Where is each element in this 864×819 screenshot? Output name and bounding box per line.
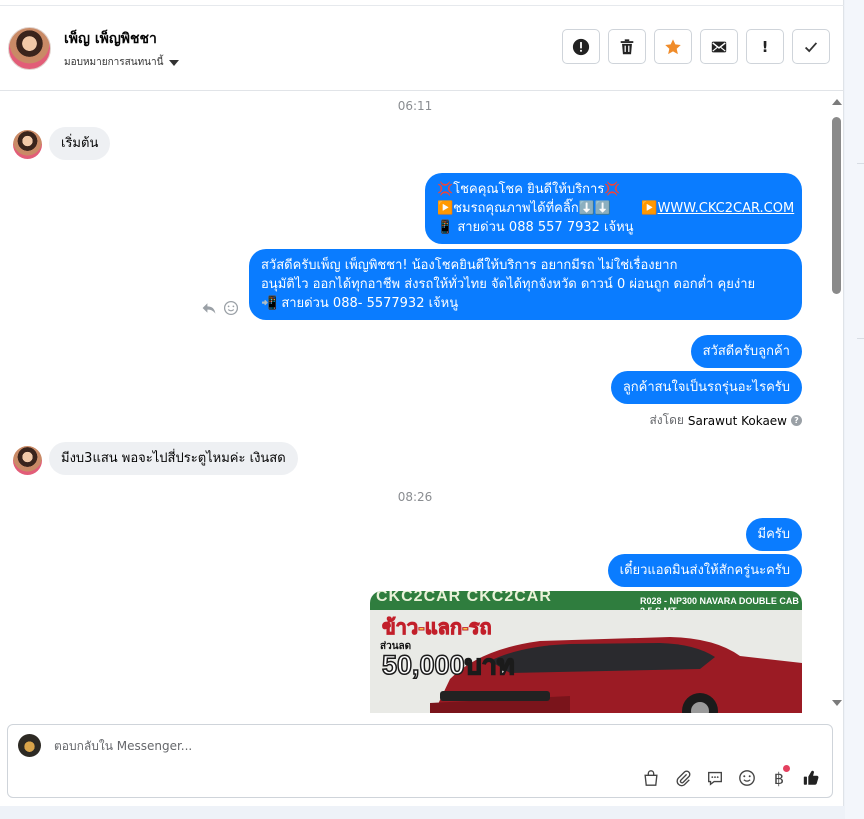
outgoing-message[interactable]: 💢โชคคุณโชค ยินดีให้บริการ💢 ▶️ชมรถคุณภาพไ… <box>425 173 802 244</box>
emoji-button[interactable] <box>737 768 757 788</box>
divider <box>857 338 864 339</box>
envelope-icon <box>711 41 727 52</box>
message-hover-actions <box>201 300 239 316</box>
timestamp: 08:26 <box>397 490 433 504</box>
reply-input[interactable] <box>52 735 752 757</box>
star-button[interactable] <box>654 29 692 64</box>
message-text: ▶️ชมรถคุณภาพได้ที่คลิ๊ก⬇️⬇️ <box>437 201 612 216</box>
outgoing-message[interactable]: เดี๋ยวแอดมินส่งให้สักครู่นะครับ <box>607 554 802 587</box>
outgoing-message[interactable]: มีครับ <box>745 518 802 551</box>
message-line: 💢โชคคุณโชค ยินดีให้บริการ💢 <box>437 182 621 197</box>
outgoing-message[interactable]: สวัสดีครับลูกค้า <box>690 335 802 368</box>
composer-tools: ฿ <box>641 765 821 788</box>
promo-amount: 50,000บาท <box>381 649 515 681</box>
delete-button[interactable] <box>608 29 646 64</box>
help-icon[interactable]: ? <box>791 415 802 426</box>
shop-bag-button[interactable] <box>641 768 661 788</box>
message-composer: ฿ <box>7 724 833 798</box>
exclamation-icon: ! <box>761 37 769 56</box>
mark-unread-button[interactable] <box>700 29 738 64</box>
check-icon <box>804 41 818 52</box>
like-button[interactable] <box>801 768 821 788</box>
message-line: ▶️ชมรถคุณภาพได้ที่คลิ๊ก⬇️⬇️ ▶️WWW.CKC2CA… <box>437 199 794 218</box>
page-avatar <box>18 734 41 757</box>
paperclip-icon <box>676 770 691 787</box>
divider <box>0 5 844 6</box>
scroll-down-arrow-icon[interactable] <box>832 700 842 706</box>
website-link[interactable]: WWW.CKC2CAR.COM <box>658 201 795 216</box>
message-list: 06:11 เริ่มต้น 💢โชคคุณโชค ยินดีให้บริการ… <box>0 92 830 713</box>
incoming-message[interactable]: เริ่มต้น <box>49 127 111 160</box>
message-line: 📱 สายด่วน 088 557 7932 เจ้หนู <box>437 220 634 235</box>
notification-dot <box>783 765 790 772</box>
saved-reply-icon <box>708 771 722 786</box>
timestamp: 06:11 <box>397 99 433 113</box>
inbox-conversation-panel: เพ็ญ เพ็ญพิชชา มอบหมายการสนทนานี้ ! 06:1… <box>0 0 844 806</box>
star-icon <box>665 38 681 54</box>
sender-name: Sarawut Kokaew <box>687 413 787 428</box>
image-attachment[interactable]: CKC2CAR CKC2CAR R028 - NP300 NAVARA DOUB… <box>370 591 802 713</box>
mark-spam-button[interactable] <box>562 29 600 64</box>
message-line: 📲 สายด่วน 088- 5577932 เจ้หนู <box>261 296 459 311</box>
attach-button[interactable] <box>673 768 693 788</box>
mark-done-button[interactable] <box>792 29 830 64</box>
emoji-icon <box>739 770 755 786</box>
shop-bag-icon <box>644 770 658 786</box>
scrollbar-thumb[interactable] <box>832 117 841 294</box>
outgoing-message[interactable]: ลูกค้าสนใจเป็นรถรุ่นอะไรครับ <box>610 371 802 404</box>
message-line: อนุมัติไว ออกได้ทุกอาชีพ ส่งรถให้ทั่วไทย… <box>261 277 756 292</box>
outgoing-message[interactable]: สวัสดีครับเพ็ญ เพ็ญพิชชา! น้องโชคยินดีให… <box>249 249 802 320</box>
assign-conversation-dropdown[interactable]: มอบหมายการสนทนานี้ <box>64 55 180 70</box>
link-prefix: ▶️ <box>641 201 658 216</box>
assign-label: มอบหมายการสนทนานี้ <box>64 57 164 68</box>
incoming-message[interactable]: มีงบ3แสน พอจะไปสี่ประตูไหมค่ะ เงินสด <box>49 442 298 475</box>
like-icon <box>803 770 819 785</box>
trash-icon <box>620 38 634 54</box>
header-actions: ! <box>562 29 830 64</box>
emoji-reaction-icon[interactable] <box>223 300 239 316</box>
follow-up-button[interactable]: ! <box>746 29 784 64</box>
contact-avatar-small <box>13 130 42 159</box>
sent-by-label: ส่งโดย Sarawut Kokaew ? <box>649 411 802 430</box>
message-line: สวัสดีครับเพ็ญ เพ็ญพิชชา! น้องโชคยินดีให… <box>261 258 678 273</box>
caret-down-icon <box>169 59 180 66</box>
alert-circle-icon <box>572 38 590 55</box>
contact-name[interactable]: เพ็ญ เพ็ญพิชชา <box>64 28 157 50</box>
contact-avatar-small <box>13 446 42 475</box>
divider <box>857 163 864 164</box>
scroll-up-arrow-icon[interactable] <box>832 99 842 105</box>
baht-payment-icon: ฿ <box>773 768 785 788</box>
payment-button[interactable]: ฿ <box>769 765 790 788</box>
sent-by-prefix: ส่งโดย <box>649 413 684 427</box>
conversation-header: เพ็ญ เพ็ญพิชชา มอบหมายการสนทนานี้ ! <box>0 0 844 91</box>
chat-scrollbar[interactable] <box>830 95 843 710</box>
contact-avatar[interactable] <box>8 27 51 70</box>
saved-reply-button[interactable] <box>705 768 725 788</box>
side-panel-edge <box>845 0 864 819</box>
reply-icon[interactable] <box>201 300 217 316</box>
